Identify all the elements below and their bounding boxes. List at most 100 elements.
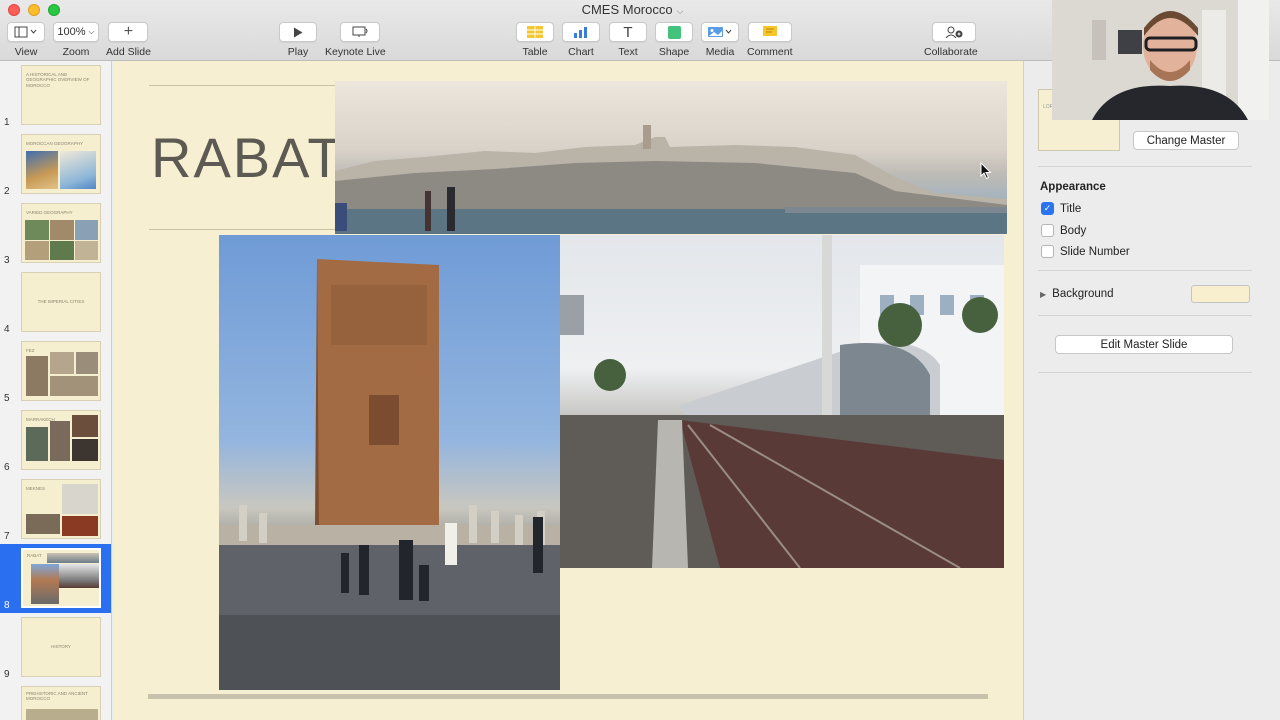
slide-thumbnail-2[interactable]: Moroccan geography 2 <box>0 130 111 199</box>
slide-preview: Rabat <box>21 548 101 608</box>
slide-thumbnail-5[interactable]: Fez 5 <box>0 337 111 406</box>
comment-button[interactable]: Comment <box>747 22 793 58</box>
slide-thumbnail-1[interactable]: A historical and geographic overview of … <box>0 61 111 130</box>
keynote-window: CMES Morocco ⌵ View 100% ⌵ Zoom + Add Slid… <box>0 0 1280 720</box>
slide-number-checkbox-row[interactable]: Slide Number <box>1041 245 1130 258</box>
slide-preview: A historical and geographic overview of … <box>21 65 101 125</box>
rabat-panorama-photo[interactable] <box>335 81 1007 234</box>
map-image <box>26 151 58 189</box>
checkmark-icon[interactable]: ✓ <box>1041 202 1054 215</box>
text-icon[interactable]: T <box>609 22 647 42</box>
footer-bar <box>148 694 988 699</box>
divider <box>1038 166 1252 167</box>
checkbox-icon[interactable] <box>1041 245 1054 258</box>
media-button[interactable]: Media <box>701 22 739 58</box>
media-label: Media <box>705 46 735 58</box>
photo <box>62 484 98 514</box>
slide-number-option-label: Slide Number <box>1060 245 1130 258</box>
slide-preview: Moroccan geography <box>21 134 101 194</box>
view-label: View <box>14 46 38 58</box>
zoom-control[interactable]: 100% ⌵ Zoom <box>53 22 99 58</box>
comment-label: Comment <box>747 46 793 58</box>
keynote-live-button[interactable]: Keynote Live <box>325 22 386 58</box>
photo <box>26 514 60 534</box>
keynote-live-icon[interactable] <box>339 22 380 42</box>
edit-master-slide-button[interactable]: Edit Master Slide <box>1055 335 1233 354</box>
photo <box>26 709 98 720</box>
text-button[interactable]: T Text <box>609 22 647 58</box>
title-option-label: Title <box>1060 202 1082 215</box>
plus-icon[interactable]: + <box>108 22 149 42</box>
shape-button[interactable]: Shape <box>655 22 693 58</box>
slide-preview-caption: Moroccan geography <box>26 141 84 146</box>
slide-canvas[interactable]: RABAT <box>113 61 1023 720</box>
photo <box>50 220 74 240</box>
table-icon[interactable] <box>516 22 554 42</box>
collaborate-icon[interactable] <box>931 22 976 42</box>
background-label: Background <box>1052 288 1114 300</box>
add-slide-button[interactable]: + Add Slide <box>106 22 151 58</box>
view-control[interactable] <box>7 22 45 42</box>
slide-thumbnail-4[interactable]: The imperial cities 4 <box>0 268 111 337</box>
play-icon[interactable] <box>279 22 317 42</box>
slide-preview-caption: The imperial cities <box>37 299 85 304</box>
zoom-label: Zoom <box>62 46 90 58</box>
photo <box>50 352 74 374</box>
slide-number: 5 <box>4 393 10 404</box>
chart-icon[interactable] <box>562 22 600 42</box>
slide-thumbnail-3[interactable]: Varied geography 3 <box>0 199 111 268</box>
slide-preview: Meknes <box>21 479 101 539</box>
slide-thumbnail-9[interactable]: History 9 <box>0 613 111 682</box>
slide-thumbnail-10[interactable]: Prehistoric and ancient Morocco <box>0 682 111 720</box>
text-label: Text <box>618 46 638 58</box>
photo <box>50 421 70 461</box>
zoom-value: 100% <box>57 26 86 38</box>
photo <box>72 415 98 437</box>
slide-number: 9 <box>4 669 10 680</box>
chart-button[interactable]: Chart <box>562 22 600 58</box>
table-button[interactable]: Table <box>516 22 554 58</box>
divider <box>1038 372 1252 373</box>
background-disclosure[interactable]: ▶ Background <box>1040 288 1114 300</box>
table-label: Table <box>522 46 548 58</box>
rabat-tram-photo[interactable] <box>560 235 1004 568</box>
play-button[interactable]: Play <box>279 22 317 58</box>
keynote-live-label: Keynote Live <box>325 46 386 58</box>
slide-number: 7 <box>4 531 10 542</box>
sidebar-layout-icon <box>14 26 37 38</box>
divider <box>1038 270 1252 271</box>
slide[interactable]: RABAT <box>113 61 1023 720</box>
slide-thumbnail-8[interactable]: Rabat 8 <box>0 544 111 613</box>
photo <box>26 427 48 461</box>
window-title-text: CMES Morocco <box>581 2 673 17</box>
slide-title[interactable]: RABAT <box>151 125 344 190</box>
shape-label: Shape <box>658 46 690 58</box>
view-button[interactable]: View <box>7 22 45 58</box>
comment-icon[interactable] <box>747 22 792 42</box>
slide-thumbnail-7[interactable]: Meknes 7 <box>0 475 111 544</box>
title-checkbox-row[interactable]: ✓ Title <box>1041 202 1081 215</box>
photo <box>26 356 48 396</box>
zoom-select[interactable]: 100% ⌵ <box>53 22 99 42</box>
photo <box>59 564 99 588</box>
hassan-tower-photo[interactable] <box>219 235 560 690</box>
photo <box>50 241 74 260</box>
slide-thumbnail-6[interactable]: Marrakech 6 <box>0 406 111 475</box>
checkbox-icon[interactable] <box>1041 224 1054 237</box>
mouse-cursor-icon <box>980 161 992 185</box>
photo <box>75 220 98 240</box>
slide-number: 1 <box>4 117 10 128</box>
collaborate-button[interactable]: Collaborate <box>924 22 978 58</box>
slide-preview: History <box>21 617 101 677</box>
photo <box>47 553 99 563</box>
slide-number: 8 <box>4 600 10 611</box>
slide-number: 6 <box>4 462 10 473</box>
body-checkbox-row[interactable]: Body <box>1041 224 1086 237</box>
photo <box>72 439 98 461</box>
background-color-well[interactable] <box>1191 285 1250 303</box>
slide-preview: Varied geography <box>21 203 101 263</box>
media-icon[interactable] <box>701 22 739 42</box>
disclosure-triangle-icon[interactable]: ▶ <box>1040 290 1046 299</box>
shape-icon[interactable] <box>655 22 693 42</box>
change-master-button[interactable]: Change Master <box>1133 131 1239 150</box>
